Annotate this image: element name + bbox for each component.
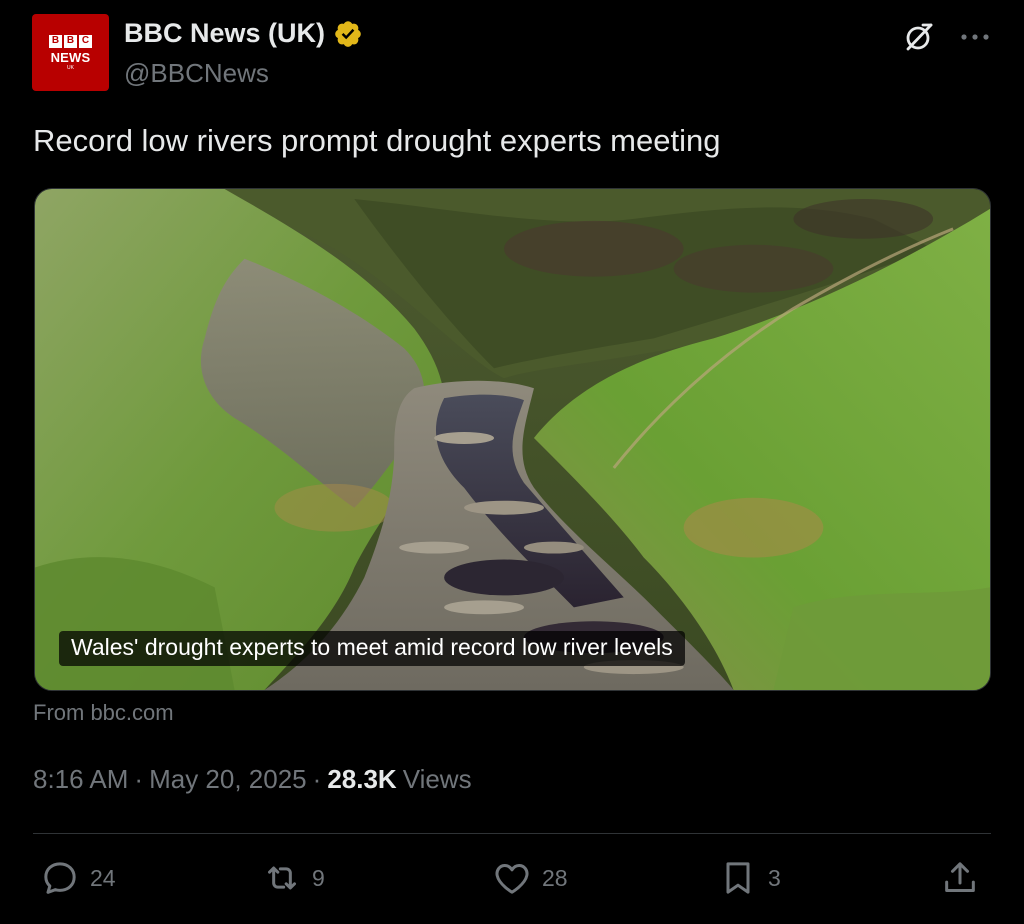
like-button[interactable]: 28 bbox=[492, 858, 568, 898]
views-count: 28.3K bbox=[327, 764, 397, 794]
bookmark-button[interactable]: 3 bbox=[718, 858, 781, 898]
link-card[interactable]: Wales' drought experts to meet amid reco… bbox=[34, 188, 991, 691]
reply-icon bbox=[44, 862, 76, 894]
verified-badge-icon[interactable] bbox=[333, 19, 363, 49]
bookmark-count: 3 bbox=[768, 864, 781, 891]
tweet-date[interactable]: May 20, 2025 bbox=[149, 764, 307, 795]
meta-separator: · bbox=[312, 764, 322, 794]
views-label: Views bbox=[402, 764, 472, 794]
repost-count: 9 bbox=[312, 864, 325, 891]
share-icon bbox=[945, 862, 975, 892]
reply-count: 24 bbox=[90, 864, 116, 891]
action-bar: 24 9 28 3 bbox=[40, 858, 985, 908]
avatar-region-text: UK bbox=[67, 64, 74, 71]
repost-icon bbox=[268, 866, 296, 890]
bookmark-icon bbox=[726, 862, 750, 894]
display-name[interactable]: BBC News (UK) bbox=[124, 18, 325, 49]
tweet-header: B B C NEWS UK BBC News (UK) @BBCNews bbox=[32, 14, 992, 94]
tweet-time[interactable]: 8:16 AM bbox=[33, 764, 128, 795]
divider bbox=[33, 833, 991, 834]
avatar-news-text: NEWS bbox=[50, 49, 91, 65]
meta-separator: · bbox=[134, 764, 144, 794]
reply-button[interactable]: 24 bbox=[40, 858, 116, 898]
card-image bbox=[35, 189, 990, 690]
top-icons bbox=[902, 20, 992, 54]
avatar[interactable]: B B C NEWS UK bbox=[32, 14, 109, 91]
like-count: 28 bbox=[542, 864, 568, 891]
name-row: BBC News (UK) bbox=[124, 18, 363, 49]
card-caption: Wales' drought experts to meet amid reco… bbox=[59, 631, 685, 666]
card-source[interactable]: From bbc.com bbox=[33, 700, 174, 726]
tweet-text: Record low rivers prompt drought experts… bbox=[33, 123, 721, 158]
repost-button[interactable]: 9 bbox=[262, 858, 325, 898]
bbc-logo: B B C bbox=[49, 34, 92, 48]
tweet-meta: 8:16 AM · May 20, 2025 · 28.3K Views bbox=[33, 764, 472, 795]
more-icon[interactable] bbox=[958, 20, 992, 54]
grok-icon[interactable] bbox=[902, 20, 936, 54]
heart-icon bbox=[495, 863, 529, 894]
share-button[interactable] bbox=[940, 858, 980, 898]
handle[interactable]: @BBCNews bbox=[124, 58, 269, 89]
